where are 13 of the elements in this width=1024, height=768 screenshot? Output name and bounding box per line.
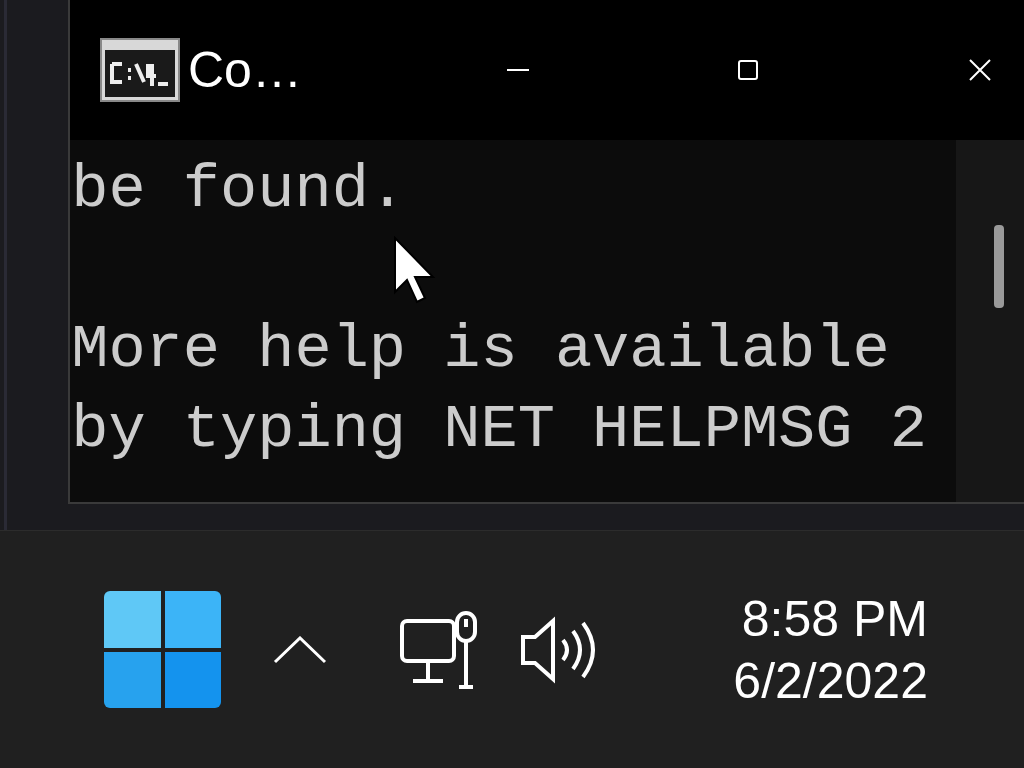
window-title: Co… [188, 40, 303, 100]
clock-date[interactable]: 6/2/2022 [733, 649, 928, 712]
start-button[interactable] [104, 591, 221, 708]
console-line: by typing NET HELPMSG 2 [70, 393, 927, 467]
console-line: More help is available [70, 313, 890, 387]
terminal-icon [100, 38, 180, 102]
maximize-icon [738, 60, 758, 80]
minimize-icon [507, 69, 529, 71]
chevron-up-icon[interactable] [273, 635, 327, 664]
console-line: be found. [70, 153, 407, 227]
scrollbar[interactable] [956, 140, 1024, 502]
clock-time[interactable]: 8:58 PM [741, 587, 928, 650]
close-icon [969, 59, 991, 81]
